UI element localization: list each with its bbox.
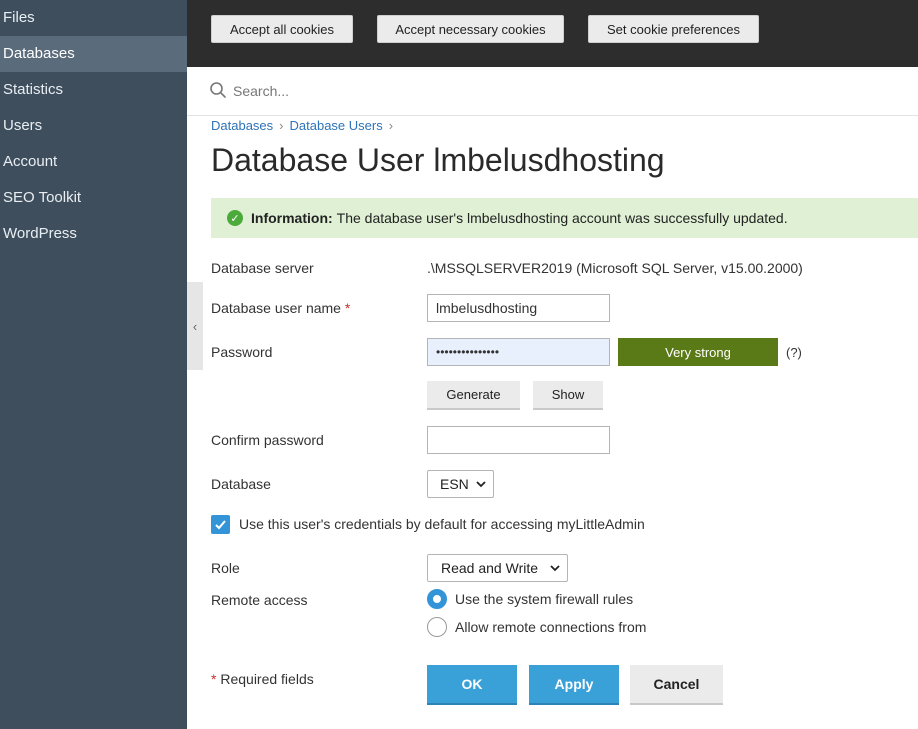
radio-firewall-rules[interactable] — [427, 589, 447, 609]
confirm-password-input[interactable] — [427, 426, 610, 454]
cookie-preferences-button[interactable]: Set cookie preferences — [588, 15, 759, 43]
search-bar — [187, 67, 918, 116]
password-help-link[interactable]: (?) — [786, 345, 802, 360]
required-asterisk: * — [211, 671, 217, 687]
radio-firewall-rules-label: Use the system firewall rules — [455, 591, 634, 607]
sidebar-item-databases[interactable]: Databases — [0, 36, 187, 72]
username-label: Database user name * — [211, 300, 350, 316]
checkmark-icon — [215, 520, 226, 530]
database-label: Database — [211, 476, 271, 492]
success-check-icon: ✓ — [227, 210, 243, 226]
role-select[interactable]: Read and Write — [427, 554, 568, 582]
accept-all-cookies-button[interactable]: Accept all cookies — [211, 15, 353, 43]
username-input[interactable] — [427, 294, 610, 322]
info-text: The database user's lmbelusdhosting acco… — [336, 210, 788, 226]
chevron-left-icon: ‹ — [192, 318, 198, 334]
username-label-text: Database user name — [211, 300, 341, 316]
required-fields-note: * Required fields — [211, 671, 314, 687]
radio-allow-remote[interactable] — [427, 617, 447, 637]
breadcrumb-databases[interactable]: Databases — [211, 118, 273, 133]
apply-button[interactable]: Apply — [529, 665, 619, 705]
chevron-down-icon — [476, 481, 486, 488]
database-select[interactable]: ESN — [427, 470, 494, 498]
page-title: Database User lmbelusdhosting — [211, 142, 665, 178]
required-asterisk: * — [344, 300, 351, 316]
role-label: Role — [211, 560, 240, 576]
info-prefix: Information: — [251, 210, 333, 226]
password-strength-indicator: Very strong — [618, 338, 778, 366]
info-message: ✓ Information: The database user's lmbel… — [211, 198, 918, 238]
generate-password-button[interactable]: Generate — [427, 381, 520, 410]
sidebar: Files Databases Statistics Users Account… — [0, 0, 187, 729]
search-input[interactable] — [233, 77, 893, 105]
required-fields-text: Required fields — [220, 671, 314, 687]
breadcrumb: Databases › Database Users › — [211, 118, 399, 133]
sidebar-item-account[interactable]: Account — [0, 144, 187, 180]
confirm-password-label: Confirm password — [211, 432, 324, 448]
breadcrumb-separator: › — [279, 118, 284, 133]
remote-access-label: Remote access — [211, 592, 308, 608]
password-input[interactable]: ••••••••••••••• — [427, 338, 610, 366]
sidebar-item-seo-toolkit[interactable]: SEO Toolkit — [0, 180, 187, 216]
sidebar-item-users[interactable]: Users — [0, 108, 187, 144]
cookie-consent-bar: Accept all cookies Accept necessary cook… — [187, 0, 918, 67]
sidebar-item-wordpress[interactable]: WordPress — [0, 216, 187, 252]
credentials-checkbox-label: Use this user's credentials by default f… — [239, 516, 645, 532]
database-select-value: ESN — [440, 476, 469, 492]
db-server-value: .\MSSQLSERVER2019 (Microsoft SQL Server,… — [427, 260, 803, 276]
ok-button[interactable]: OK — [427, 665, 517, 705]
sidebar-collapse-handle[interactable]: ‹ — [187, 282, 203, 370]
sidebar-item-statistics[interactable]: Statistics — [0, 72, 187, 108]
db-server-label: Database server — [211, 260, 314, 276]
show-password-button[interactable]: Show — [533, 381, 603, 410]
sidebar-item-files[interactable]: Files — [0, 0, 187, 36]
search-icon — [210, 82, 226, 98]
breadcrumb-database-users[interactable]: Database Users — [290, 118, 383, 133]
chevron-down-icon — [550, 565, 560, 572]
breadcrumb-separator: › — [388, 118, 394, 133]
accept-necessary-cookies-button[interactable]: Accept necessary cookies — [377, 15, 564, 43]
password-label: Password — [211, 344, 273, 360]
radio-allow-remote-label: Allow remote connections from — [455, 619, 647, 635]
role-select-value: Read and Write — [441, 560, 539, 576]
credentials-checkbox[interactable] — [211, 515, 230, 534]
cancel-button[interactable]: Cancel — [630, 665, 723, 705]
